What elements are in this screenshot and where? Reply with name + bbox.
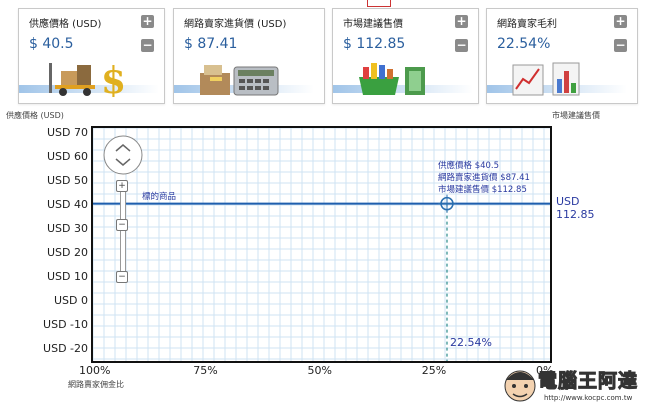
right-axis-label: 市場建議售價 — [552, 111, 600, 120]
y-tick-label: USD 10 — [47, 269, 88, 283]
card-value: $ 87.41 — [184, 36, 238, 52]
y-tick-label: USD 30 — [47, 221, 88, 235]
y-tick-label: USD 20 — [47, 245, 88, 259]
shopping-basket-money-icon — [359, 63, 425, 95]
tooltip-line: 市場建議售價 $112.85 — [438, 185, 527, 195]
decrease-button[interactable]: − — [614, 39, 627, 52]
x-tick-label: 50% — [307, 364, 332, 377]
y-tick-label: USD -20 — [43, 341, 88, 355]
y-tick-label: USD 70 — [47, 125, 88, 139]
increase-button[interactable]: + — [614, 15, 627, 28]
bar-chart-icon — [512, 62, 580, 96]
watermark: 電腦王阿達 http://www.kocpc.com.tw — [500, 362, 650, 412]
zoom-slider-track[interactable] — [120, 186, 126, 278]
card-value: $ 40.5 — [29, 36, 74, 52]
x-tick-label: 25% — [421, 364, 447, 377]
x-tick-label: 75% — [193, 364, 218, 377]
card-value: 22.54% — [497, 36, 551, 52]
svg-text:$: $ — [101, 60, 126, 97]
header-tab-fragment — [367, 0, 391, 7]
decrease-button[interactable]: − — [141, 39, 154, 52]
card-value: $ 112.85 — [343, 36, 406, 52]
y-axis-label: 供應價格 (USD) — [6, 111, 64, 120]
zoom-slider-handle[interactable]: − — [116, 219, 128, 231]
line-label: 標的商品 — [142, 192, 177, 202]
pan-control[interactable] — [103, 135, 143, 175]
y-tick-label: USD 40 — [47, 197, 88, 211]
x-tick-label: 100% — [79, 364, 111, 377]
forklift-dollar-icon: $ — [49, 60, 126, 97]
card-seller-margin: 網路賣家毛利 22.54% + − — [486, 8, 638, 104]
y-tick-label: USD 60 — [47, 149, 88, 163]
watermark-url: http://www.kocpc.com.tw — [544, 394, 633, 402]
x-marker-label: 22.54% — [450, 336, 492, 349]
zoom-in-button[interactable]: + — [116, 180, 128, 192]
card-title: 市場建議售價 — [343, 19, 403, 30]
tooltip-line: 網路賣家進貨價 $87.41 — [438, 173, 530, 183]
increase-button[interactable]: + — [141, 15, 154, 28]
right-value-top: USD — [556, 195, 580, 208]
decrease-button[interactable]: − — [455, 39, 468, 52]
x-axis-label: 網路賣家佣金比 — [68, 380, 124, 389]
right-value-bottom: 112.85 — [556, 208, 595, 221]
cash-register-calculator-icon — [200, 65, 279, 96]
card-seller-cost: 網路賣家進貨價 (USD) $ 87.41 — [173, 8, 325, 104]
increase-button[interactable]: + — [455, 15, 468, 28]
card-title: 網路賣家進貨價 (USD) — [184, 19, 287, 30]
card-market-price: 市場建議售價 $ 112.85 + − — [332, 8, 479, 104]
y-tick-label: USD 0 — [54, 293, 88, 307]
card-title: 網路賣家毛利 — [497, 19, 557, 30]
zoom-out-button[interactable]: − — [116, 271, 128, 283]
tooltip: 供應價格 $40.5 網路賣家進貨價 $87.41 市場建議售價 $112.85 — [438, 159, 530, 195]
card-supply-price: 供應價格 (USD) $ 40.5 + − $ — [18, 8, 165, 104]
mascot-icon — [504, 370, 536, 402]
y-tick-label: USD -10 — [43, 317, 88, 331]
watermark-title: 電腦王阿達 — [537, 370, 639, 393]
y-tick-label: USD 50 — [47, 173, 88, 187]
card-title: 供應價格 (USD) — [29, 19, 102, 30]
tooltip-line: 供應價格 $40.5 — [438, 161, 500, 171]
